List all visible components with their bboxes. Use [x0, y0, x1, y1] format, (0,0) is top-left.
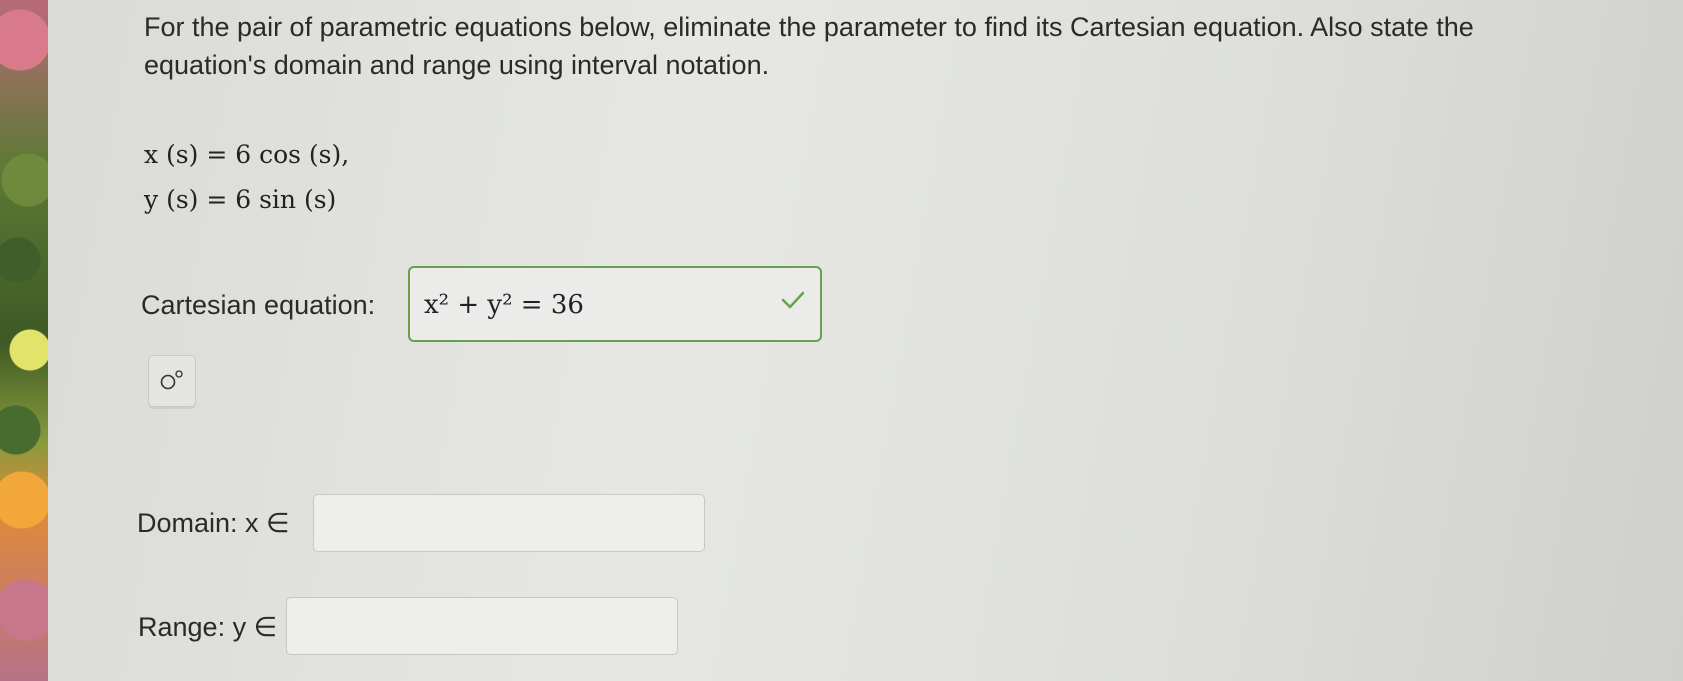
parametric-equation-x: x (s) = 6 cos (s),	[144, 140, 350, 169]
cartesian-equation-value: x² + y² = 36	[424, 290, 584, 320]
background-photo-edge	[0, 0, 48, 681]
question-panel: For the pair of parametric equations bel…	[48, 0, 1683, 681]
question-instructions: For the pair of parametric equations bel…	[144, 12, 1474, 80]
range-label: Range: y ∈	[138, 612, 278, 642]
parametric-equation-y: y (s) = 6 sin (s)	[144, 185, 337, 214]
domain-label: Domain: x ∈	[137, 508, 290, 538]
cartesian-equation-input[interactable]: x² + y² = 36	[408, 266, 822, 342]
domain-input[interactable]	[313, 494, 705, 552]
symbol-palette-icon	[160, 370, 183, 390]
checkmark-icon	[781, 291, 805, 309]
symbol-palette-button[interactable]	[148, 355, 196, 407]
cartesian-equation-label: Cartesian equation:	[141, 290, 376, 320]
range-input[interactable]	[286, 597, 678, 655]
